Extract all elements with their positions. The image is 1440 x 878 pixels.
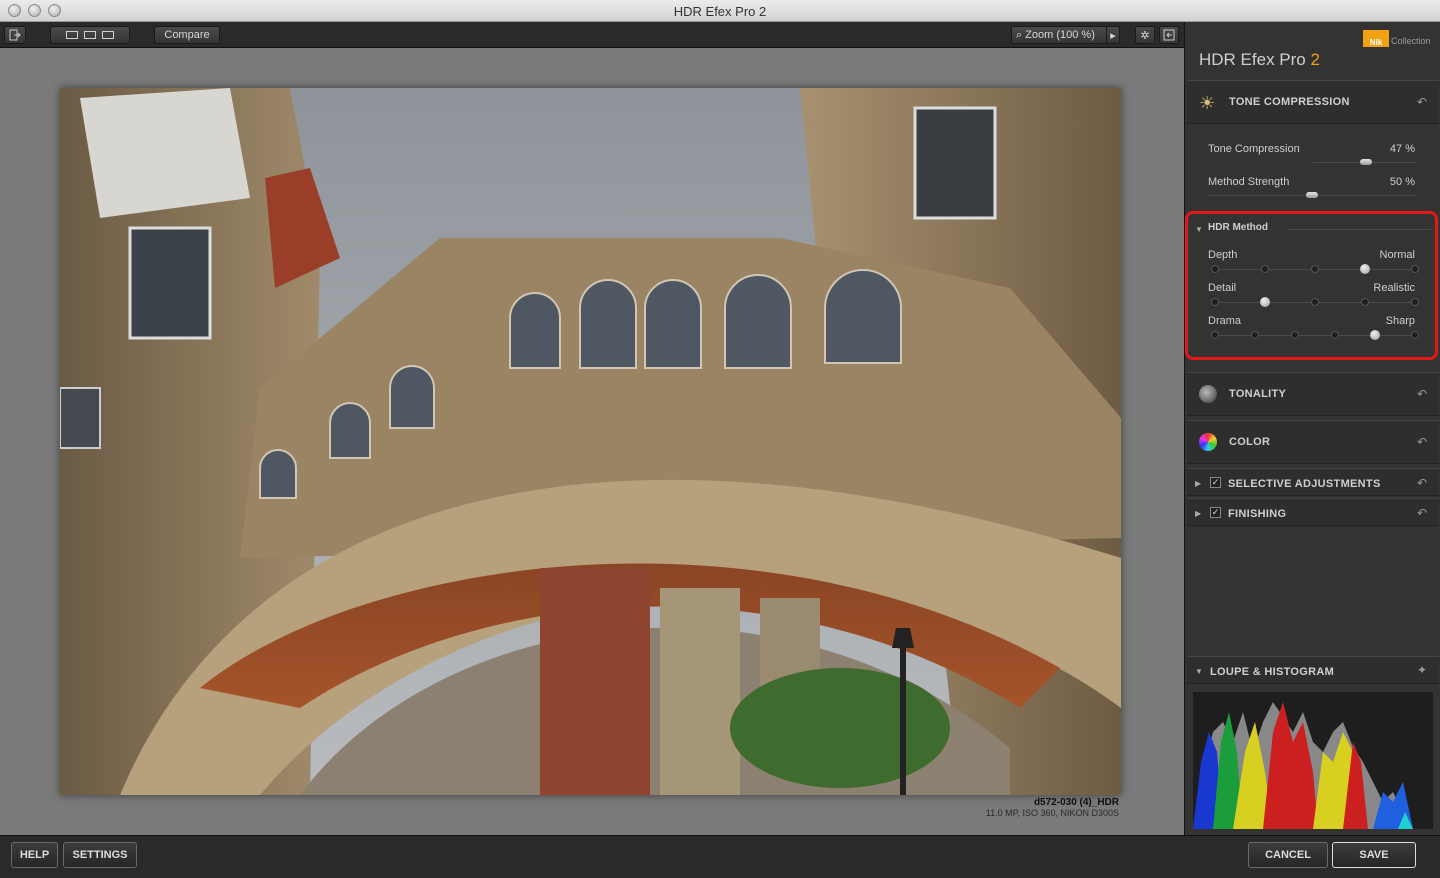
hdr-preview-image[interactable] [60, 88, 1121, 795]
compare-button[interactable]: Compare [154, 26, 220, 44]
tonality-title: TONALITY [1229, 388, 1287, 400]
section-finishing[interactable]: ▶ ✓ FINISHING ↶ [1187, 498, 1439, 526]
color-title: COLOR [1229, 436, 1271, 448]
app-name: HDR Efex Pro [1199, 50, 1306, 69]
top-toolbar: Compare ⌕ Zoom (100 %) ▸ ✲ [0, 22, 1184, 48]
tonality-icon [1199, 385, 1217, 403]
reset-icon[interactable]: ↶ [1417, 95, 1427, 109]
section-tone-compression[interactable]: ☀ TONE COMPRESSION ↶ [1187, 80, 1439, 124]
collection-label: Collection [1391, 36, 1431, 46]
reset-icon[interactable]: ↶ [1417, 387, 1427, 401]
section-color[interactable]: COLOR ↶ [1187, 420, 1439, 464]
file-name: d572-030 (4)_HDR [1033, 797, 1119, 808]
reset-icon[interactable]: ↶ [1417, 506, 1427, 520]
reset-icon[interactable]: ↶ [1417, 435, 1427, 449]
tone-compression-title: TONE COMPRESSION [1229, 96, 1350, 108]
zoom-arrow-icon[interactable]: ▸ [1106, 26, 1120, 44]
hdr-method-highlight-annotation [1185, 211, 1438, 360]
loupe-histogram-title: LOUPE & HISTOGRAM [1210, 666, 1335, 678]
file-info: d572-030 (4)_HDR 11.0 MP, ISO 360, NIKON… [986, 797, 1119, 818]
window-titlebar: HDR Efex Pro 2 [0, 0, 1440, 22]
side-by-side-view-icon[interactable] [102, 31, 114, 39]
single-view-icon[interactable] [66, 31, 78, 39]
selective-adjustments-title: SELECTIVE ADJUSTMENTS [1228, 478, 1381, 490]
file-meta: 11.0 MP, ISO 360, NIKON D300S [985, 808, 1119, 818]
panel-toggle-icon[interactable] [1159, 26, 1179, 44]
method-strength-slider-knob[interactable] [1306, 192, 1318, 198]
magnifier-icon: ⌕ [1016, 28, 1023, 41]
help-button[interactable]: HELP [11, 842, 58, 868]
expand-triangle-icon[interactable]: ▶ [1195, 479, 1201, 488]
background-light-icon[interactable]: ✲ [1135, 26, 1155, 44]
exit-icon[interactable] [4, 26, 26, 44]
settings-button[interactable]: SETTINGS [63, 842, 137, 868]
tone-compression-value: 47 % [1389, 143, 1415, 155]
window-title: HDR Efex Pro 2 [673, 4, 767, 19]
save-button[interactable]: SAVE [1332, 842, 1416, 868]
color-wheel-icon [1199, 433, 1217, 451]
method-strength-value: 50 % [1389, 176, 1415, 188]
app-version: 2 [1310, 50, 1320, 69]
tone-compression-label: Tone Compression [1208, 143, 1300, 155]
finishing-title: FINISHING [1228, 508, 1287, 520]
sun-icon: ☀ [1199, 93, 1216, 113]
split-view-icon[interactable] [84, 31, 96, 39]
zoom-dropdown[interactable]: ⌕ Zoom (100 %) [1011, 26, 1107, 44]
section-tonality[interactable]: TONALITY ↶ [1187, 372, 1439, 416]
reset-icon[interactable]: ↶ [1417, 476, 1427, 490]
cancel-button[interactable]: CANCEL [1248, 842, 1328, 868]
expand-triangle-icon[interactable]: ▶ [1195, 509, 1201, 518]
finishing-enable-checkbox[interactable]: ✓ [1210, 507, 1221, 518]
pin-icon[interactable]: ✦ [1417, 663, 1427, 677]
view-mode-group [50, 26, 130, 44]
section-selective-adjustments[interactable]: ▶ ✓ SELECTIVE ADJUSTMENTS ↶ [1187, 468, 1439, 496]
section-loupe-histogram[interactable]: ▼ LOUPE & HISTOGRAM ✦ [1187, 656, 1439, 684]
histogram [1193, 692, 1433, 829]
nik-logo: Nik [1363, 30, 1389, 47]
selective-enable-checkbox[interactable]: ✓ [1210, 477, 1221, 488]
zoom-label: Zoom (100 %) [1025, 29, 1095, 41]
preview-canvas[interactable]: d572-030 (4)_HDR 11.0 MP, ISO 360, NIKON… [0, 48, 1184, 835]
adjustments-panel: Nik Collection HDR Efex Pro 2 ☀ TONE COM… [1184, 22, 1440, 835]
tone-compression-slider-knob[interactable] [1360, 159, 1373, 165]
method-strength-label: Method Strength [1208, 176, 1290, 188]
app-title: HDR Efex Pro 2 [1199, 50, 1320, 70]
collapse-triangle-icon[interactable]: ▼ [1195, 667, 1203, 676]
bottom-bar: HELP SETTINGS CANCEL SAVE [0, 835, 1440, 878]
